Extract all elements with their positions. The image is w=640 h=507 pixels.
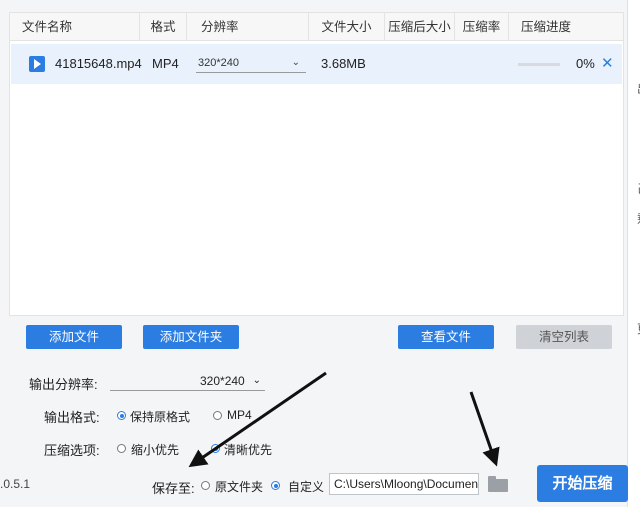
row-resolution-select[interactable]: 320*240 ⌄: [196, 55, 306, 73]
chevron-down-icon: ⌄: [252, 375, 261, 386]
add-folder-button[interactable]: 添加文件夹: [143, 325, 239, 349]
row-filename: 41815648.mp4: [55, 56, 142, 71]
row-progress-text: 0%: [576, 56, 595, 71]
version-text: .0.5.1: [0, 477, 31, 491]
output-resolution-select[interactable]: 320*240 ⌄: [110, 373, 265, 391]
compress-radio-size[interactable]: [117, 444, 126, 453]
header-progress: 压缩进度: [521, 20, 572, 34]
folder-icon[interactable]: [488, 476, 508, 492]
header-size: 文件大小: [309, 13, 385, 41]
view-files-button[interactable]: 查看文件: [398, 325, 494, 349]
add-file-button[interactable]: 添加文件: [26, 325, 122, 349]
table-header: 文件名称 格式 分辨率 文件大小 压缩后大小 压缩率 压缩进度: [10, 13, 623, 41]
save-path-input[interactable]: C:\Users\Mloong\Documents: [329, 473, 479, 495]
video-file-icon: [29, 56, 45, 72]
compress-option-clarity: 清晰优先: [224, 443, 273, 457]
side-panel-edge: 出 己 剩 更: [627, 0, 640, 507]
header-ratio: 压缩率: [455, 13, 509, 41]
row-resolution-value: 320*240: [198, 57, 239, 69]
format-radio-mp4[interactable]: [213, 411, 222, 420]
header-compressed-size: 压缩后大小: [385, 13, 455, 41]
clear-list-button[interactable]: 清空列表: [516, 325, 612, 349]
save-to-label: 保存至:: [152, 481, 195, 496]
compress-radio-clarity[interactable]: [211, 444, 220, 453]
row-progress-bar: [518, 63, 560, 66]
arrow-to-folder-icon: [469, 391, 500, 467]
header-filename: 文件名称: [10, 13, 140, 41]
row-size: 3.68MB: [321, 56, 366, 71]
save-option-original: 原文件夹: [215, 480, 264, 494]
output-resolution-label: 输出分辨率:: [29, 377, 98, 392]
start-compress-button[interactable]: 开始压缩: [537, 465, 628, 502]
save-option-custom: 自定义: [288, 480, 325, 494]
format-option-original: 保持原格式: [130, 410, 191, 424]
close-icon[interactable]: ✕: [601, 44, 614, 84]
save-radio-original[interactable]: [201, 481, 210, 490]
chevron-down-icon: ⌄: [291, 57, 300, 68]
output-format-label: 输出格式:: [44, 410, 100, 425]
row-format: MP4: [152, 56, 179, 71]
header-format: 格式: [140, 13, 187, 41]
file-list-panel: 文件名称 格式 分辨率 文件大小 压缩后大小 压缩率 压缩进度 41815648…: [9, 12, 624, 316]
table-row[interactable]: 41815648.mp4 MP4 320*240 ⌄ 3.68MB 0% ✕: [11, 44, 622, 84]
save-radio-custom[interactable]: [271, 481, 280, 490]
header-resolution: 分辨率: [187, 13, 309, 41]
compress-options-label: 压缩选项:: [44, 443, 100, 458]
format-option-mp4: MP4: [227, 408, 252, 422]
compress-option-size: 缩小优先: [131, 443, 180, 457]
format-radio-original[interactable]: [117, 411, 126, 420]
output-resolution-value: 320*240: [200, 374, 245, 388]
